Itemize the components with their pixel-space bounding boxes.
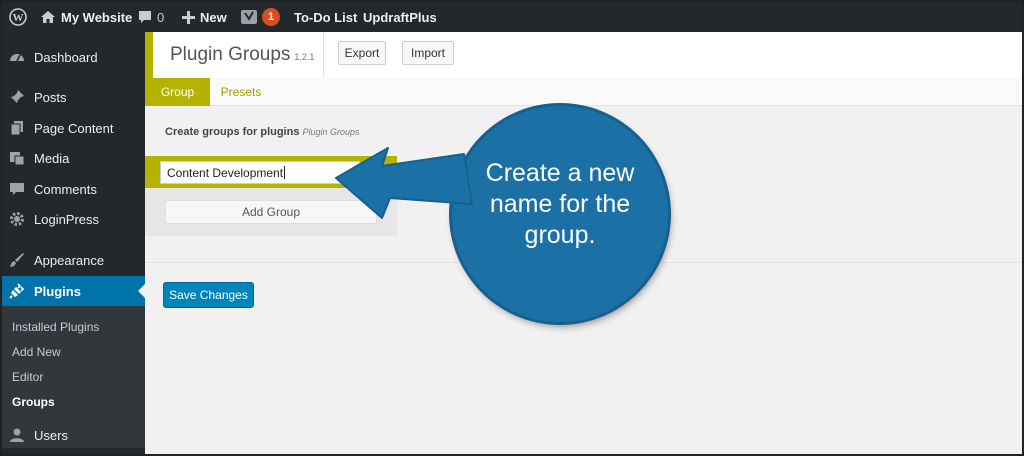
import-button[interactable]: Import	[402, 41, 454, 65]
export-button[interactable]: Export	[338, 41, 386, 65]
submenu-editor[interactable]: Editor	[12, 370, 43, 384]
sidebar-item-label: Media	[34, 150, 70, 166]
sidebar-item-comments[interactable]: Comments	[2, 174, 145, 204]
media-icon	[9, 150, 25, 166]
pin-icon	[9, 89, 25, 105]
header-separator	[323, 32, 324, 78]
tab-presets[interactable]: Presets	[210, 78, 272, 106]
save-changes-button[interactable]: Save Changes	[163, 282, 254, 308]
page-title: Plugin Groups 1.2.1	[170, 44, 314, 66]
brush-icon	[9, 252, 25, 268]
new-content-link[interactable]: New	[182, 2, 227, 32]
home-icon	[40, 10, 56, 24]
sidebar-item-dashboard[interactable]: Dashboard	[2, 42, 145, 72]
dashboard-icon	[9, 49, 25, 65]
submenu-installed-plugins[interactable]: Installed Plugins	[12, 320, 99, 334]
gear-icon	[9, 211, 25, 227]
comments-count: 0	[157, 9, 165, 25]
group-panel: Content Development Add Group	[145, 156, 397, 236]
submenu-groups[interactable]: Groups	[12, 395, 55, 409]
submenu-add-new[interactable]: Add New	[12, 345, 61, 359]
wordpress-logo-icon: W	[9, 8, 27, 26]
sidebar-item-label: Plugins	[34, 283, 81, 299]
sidebar-item-label: Comments	[34, 181, 97, 197]
sidebar-item-page-content[interactable]: Page Content	[2, 113, 145, 143]
tabs-bar: Group Presets	[145, 78, 1022, 106]
group-name-value: Content Development	[167, 165, 284, 180]
tab-group[interactable]: Group	[145, 78, 210, 106]
section-sublabel: Plugin Groups	[302, 127, 360, 137]
plugin-icon	[9, 283, 25, 299]
sidebar-item-label: Posts	[34, 89, 67, 105]
sidebar-item-users[interactable]: Users	[2, 420, 145, 450]
comment-bubble-icon	[138, 10, 152, 24]
version-label: 1.2.1	[294, 52, 315, 62]
comments-link[interactable]: 0	[138, 2, 164, 32]
sidebar-item-posts[interactable]: Posts	[2, 82, 145, 112]
admin-sidebar: Dashboard Posts Page Content Media Comme…	[2, 32, 146, 454]
plus-icon	[182, 10, 195, 24]
sidebar-item-label: Page Content	[34, 120, 114, 136]
comment-icon	[9, 181, 25, 197]
sidebar-item-plugins[interactable]: Plugins	[2, 276, 146, 306]
site-name-link[interactable]: My Website	[40, 2, 132, 32]
sidebar-item-loginpress[interactable]: LoginPress	[2, 204, 145, 234]
screenshot-frame: W My Website 0 New 1 To-Do List UpdraftP…	[0, 0, 1024, 456]
text-caret	[284, 166, 286, 179]
sidebar-item-label: Users	[34, 427, 68, 443]
page-title-text: Plugin Groups	[170, 44, 291, 65]
updraft-label: UpdraftPlus	[363, 9, 437, 25]
section-label: Create groups for plugins Plugin Groups	[165, 126, 360, 138]
new-label: New	[200, 9, 227, 25]
sidebar-item-label: LoginPress	[34, 211, 100, 227]
todo-list-link[interactable]: To-Do List	[294, 2, 357, 32]
pages-icon	[9, 120, 25, 136]
updraftplus-link[interactable]: UpdraftPlus	[363, 2, 437, 32]
sidebar-item-appearance[interactable]: Appearance	[2, 245, 145, 275]
yoast-icon	[241, 9, 257, 25]
group-name-input[interactable]: Content Development	[160, 161, 360, 184]
user-icon	[9, 427, 25, 443]
sidebar-item-label: Dashboard	[34, 49, 98, 65]
admin-bar: W My Website 0 New 1 To-Do List UpdraftP…	[2, 2, 1022, 32]
plugin-header: Plugin Groups 1.2.1 Export Import	[145, 32, 1022, 78]
todo-label: To-Do List	[294, 9, 358, 25]
callout-text: Create a new name for the group.	[485, 159, 635, 249]
site-name-label: My Website	[61, 9, 133, 25]
add-group-button[interactable]: Add Group	[165, 200, 377, 224]
sidebar-item-label: Appearance	[34, 252, 105, 268]
section-label-text: Create groups for plugins	[165, 126, 300, 138]
svg-text:W: W	[13, 12, 24, 24]
wordpress-logo-button[interactable]: W	[9, 2, 27, 32]
sidebar-item-media[interactable]: Media	[2, 143, 145, 173]
notification-badge: 1	[262, 8, 280, 26]
yoast-seo-link[interactable]: 1	[241, 2, 280, 32]
